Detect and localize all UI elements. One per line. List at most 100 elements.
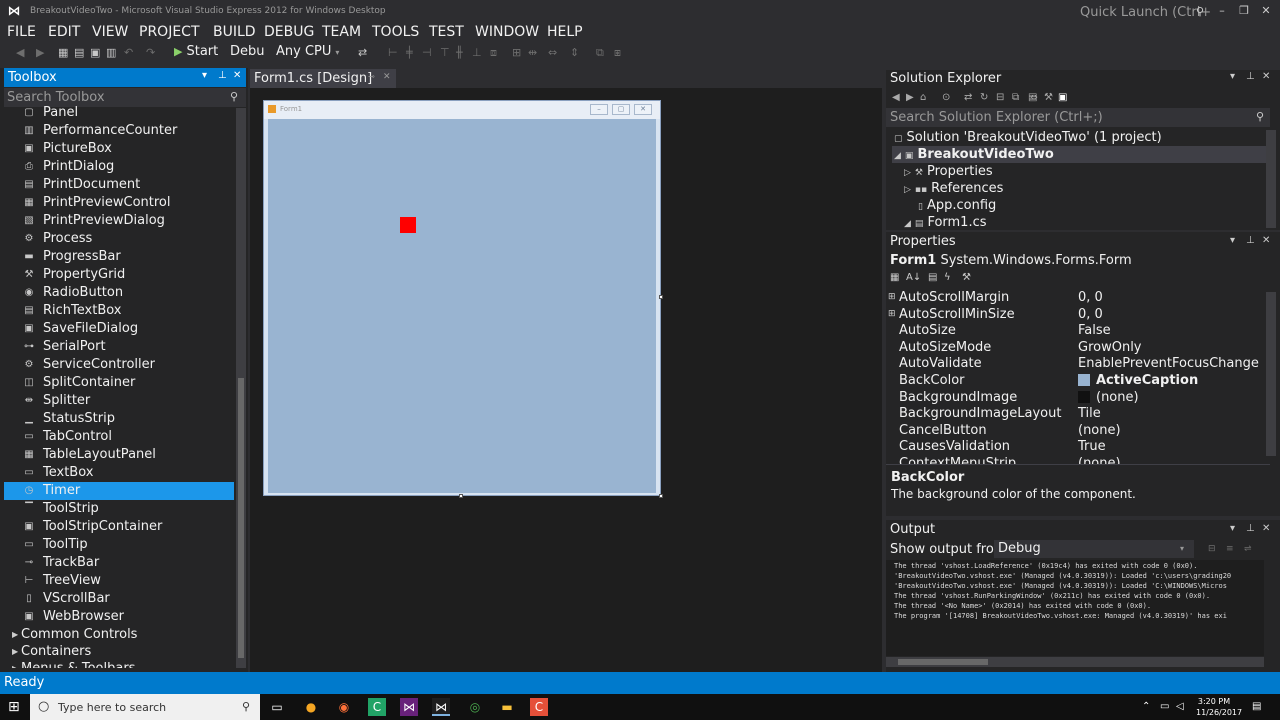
menu-build[interactable]: BUILD [213,22,256,42]
categorized-icon[interactable]: ▦ [890,272,899,283]
menu-view[interactable]: VIEW [92,22,128,42]
property-value[interactable]: 0, 0 [1078,289,1103,306]
toolbox-item-timer[interactable]: ◷ Timer [4,482,234,500]
back-icon[interactable]: ◀ [16,46,24,59]
pin-tab-icon[interactable]: ⊸ [368,72,375,81]
toolbox-item-printpreviewcontrol[interactable]: ▦ PrintPreviewControl [4,194,234,212]
close-tab-icon[interactable]: ✕ [383,72,391,82]
output-text-area[interactable]: The thread 'vshost.LoadReference' (0x19c… [886,560,1264,656]
horizontal-spacing-icon[interactable]: ⇔ [548,46,557,59]
chrome-icon[interactable]: ◎ [466,698,484,716]
toolbox-item-splitter[interactable]: ⇹ Splitter [4,392,234,410]
red-picturebox[interactable] [400,217,416,233]
pin-icon[interactable]: ⊥ [1246,523,1255,534]
toolbox-item-process[interactable]: ⚙ Process [4,230,234,248]
toolbox-item-propertygrid[interactable]: ⚒ PropertyGrid [4,266,234,284]
property-value[interactable]: 0, 0 [1078,306,1103,323]
form-client-area[interactable] [268,119,656,493]
property-value[interactable]: EnablePreventFocusChange [1078,355,1259,372]
property-value[interactable]: True [1078,438,1106,455]
menu-test[interactable]: TEST [429,22,464,42]
toolbox-item-printdocument[interactable]: ▤ PrintDocument [4,176,234,194]
toolbox-category[interactable]: ▶Menus & Toolbars [4,660,234,668]
menu-project[interactable]: PROJECT [139,22,200,42]
search-icon[interactable]: ⚲ [1196,5,1204,18]
toolbox-item-radiobutton[interactable]: ◉ RadioButton [4,284,234,302]
file-explorer-icon[interactable]: ▬ [498,698,516,716]
open-file-icon[interactable]: ▤ [74,46,84,59]
toolbox-item-progressbar[interactable]: ▬ ProgressBar [4,248,234,266]
save-all-icon[interactable]: ▥ [106,46,116,59]
resize-handle-corner[interactable] [659,494,663,498]
collapsed-arrow-icon[interactable]: ▶ [12,643,18,661]
view-designer-active-icon[interactable]: ▣ [1058,92,1067,103]
property-row-autovalidate[interactable]: AutoValidate EnablePreventFocusChange [886,355,1264,372]
find-message-icon[interactable]: ⊟ [1208,544,1216,554]
maximize-button[interactable]: ❐ [1234,2,1254,20]
property-row-autoscrollmargin[interactable]: ⊞ AutoScrollMargin 0, 0 [886,289,1264,306]
toolbox-item-tabcontrol[interactable]: ▭ TabControl [4,428,234,446]
pin-icon[interactable]: ⊥ [1246,71,1255,82]
start-debugging-button[interactable]: ▶ Start [174,44,218,59]
bring-front-icon[interactable]: ⧉ [596,46,604,60]
network-icon[interactable]: ▭ [1160,701,1169,712]
volume-icon[interactable]: ◁ [1176,701,1184,712]
property-value[interactable]: (none) [1078,422,1121,439]
toolbox-item-printpreviewdialog[interactable]: ▧ PrintPreviewDialog [4,212,234,230]
solution-platform-dropdown[interactable]: Any CPU ▾ [276,44,339,59]
toolbox-item-statusstrip[interactable]: ▁ StatusStrip [4,410,234,428]
menu-window[interactable]: WINDOW [475,22,539,42]
sync-icon[interactable]: ⇄ [964,92,972,103]
same-size-icon[interactable]: ⧈ [490,46,497,60]
toolbox-item-savefiledialog[interactable]: ▣ SaveFileDialog [4,320,234,338]
redo-icon[interactable]: ↷ [146,46,155,59]
recorder-icon[interactable]: C [530,698,548,716]
properties-icon[interactable]: ▤ [928,272,937,283]
alphabetical-icon[interactable]: A↓ [906,272,921,283]
attach-icon[interactable]: ⇄ [358,46,367,59]
minimize-button[interactable]: – [1212,2,1232,20]
vertical-spacing-icon[interactable]: ⇕ [570,46,579,59]
property-row-autosize[interactable]: AutoSize False [886,322,1264,339]
form1-window[interactable]: Form1 – ▢ ✕ [263,100,661,496]
resize-handle-right[interactable] [659,295,663,299]
firefox-icon[interactable]: ◉ [335,698,353,716]
view-code-brackets-icon[interactable]: ‹› [1030,92,1038,103]
code-editor-icon[interactable]: C [368,698,386,716]
toolbox-item-webbrowser[interactable]: ▣ WebBrowser [4,608,234,626]
clear-all-icon[interactable]: ≡ [1226,544,1234,554]
expand-arrow-icon[interactable]: ◢ [904,219,911,229]
expand-arrow-icon[interactable]: ◢ [894,151,901,161]
expand-icon[interactable]: ⊞ [888,289,896,306]
microphone-icon[interactable]: ⚲ [242,700,250,713]
toolbox-item-splitcontainer[interactable]: ◫ SplitContainer [4,374,234,392]
property-row-autosizemode[interactable]: AutoSizeMode GrowOnly [886,339,1264,356]
forward-icon[interactable]: ▶ [36,46,44,59]
toolbox-item-tablelayoutpanel[interactable]: ▦ TableLayoutPanel [4,446,234,464]
menu-file[interactable]: FILE [7,22,36,42]
toolbox-item-servicecontroller[interactable]: ⚙ ServiceController [4,356,234,374]
dropdown-icon[interactable]: ▾ [1230,523,1235,534]
visual-studio-icon[interactable]: ⋈ [400,698,418,716]
tree-item-references[interactable]: ▷ ▪▪ References [904,180,1003,197]
property-row-backgroundimage[interactable]: BackgroundImage (none) [886,389,1264,406]
close-icon[interactable]: ✕ [1262,235,1270,246]
property-row-backgroundimagelayout[interactable]: BackgroundImageLayout Tile [886,405,1264,422]
word-wrap-icon[interactable]: ⇌ [1244,544,1252,554]
toolbox-category[interactable]: ▶ Common Controls [4,626,234,644]
property-value[interactable]: Tile [1078,405,1101,422]
toolbox-scroll-thumb[interactable] [238,378,244,658]
property-row-cancelbutton[interactable]: CancelButton (none) [886,422,1264,439]
align-right-icon[interactable]: ⊣ [422,46,432,59]
pin-icon[interactable]: ⊥ [1246,235,1255,246]
property-value[interactable]: GrowOnly [1078,339,1142,356]
toolbox-item-toolstrip[interactable]: ▔ ToolStrip [4,500,234,518]
menu-edit[interactable]: EDIT [48,22,80,42]
align-left-icon[interactable]: ⊢ [388,46,398,59]
collapsed-arrow-icon[interactable]: ▷ [904,168,911,178]
solution-configuration-dropdown[interactable]: Debu [230,44,265,59]
collapsed-arrow-icon[interactable]: ▷ [904,185,911,195]
property-value[interactable]: False [1078,322,1111,339]
menu-tools[interactable]: TOOLS [372,22,419,42]
taskbar-clock[interactable]: 3:20 PM 11/26/2017 [1196,696,1242,718]
